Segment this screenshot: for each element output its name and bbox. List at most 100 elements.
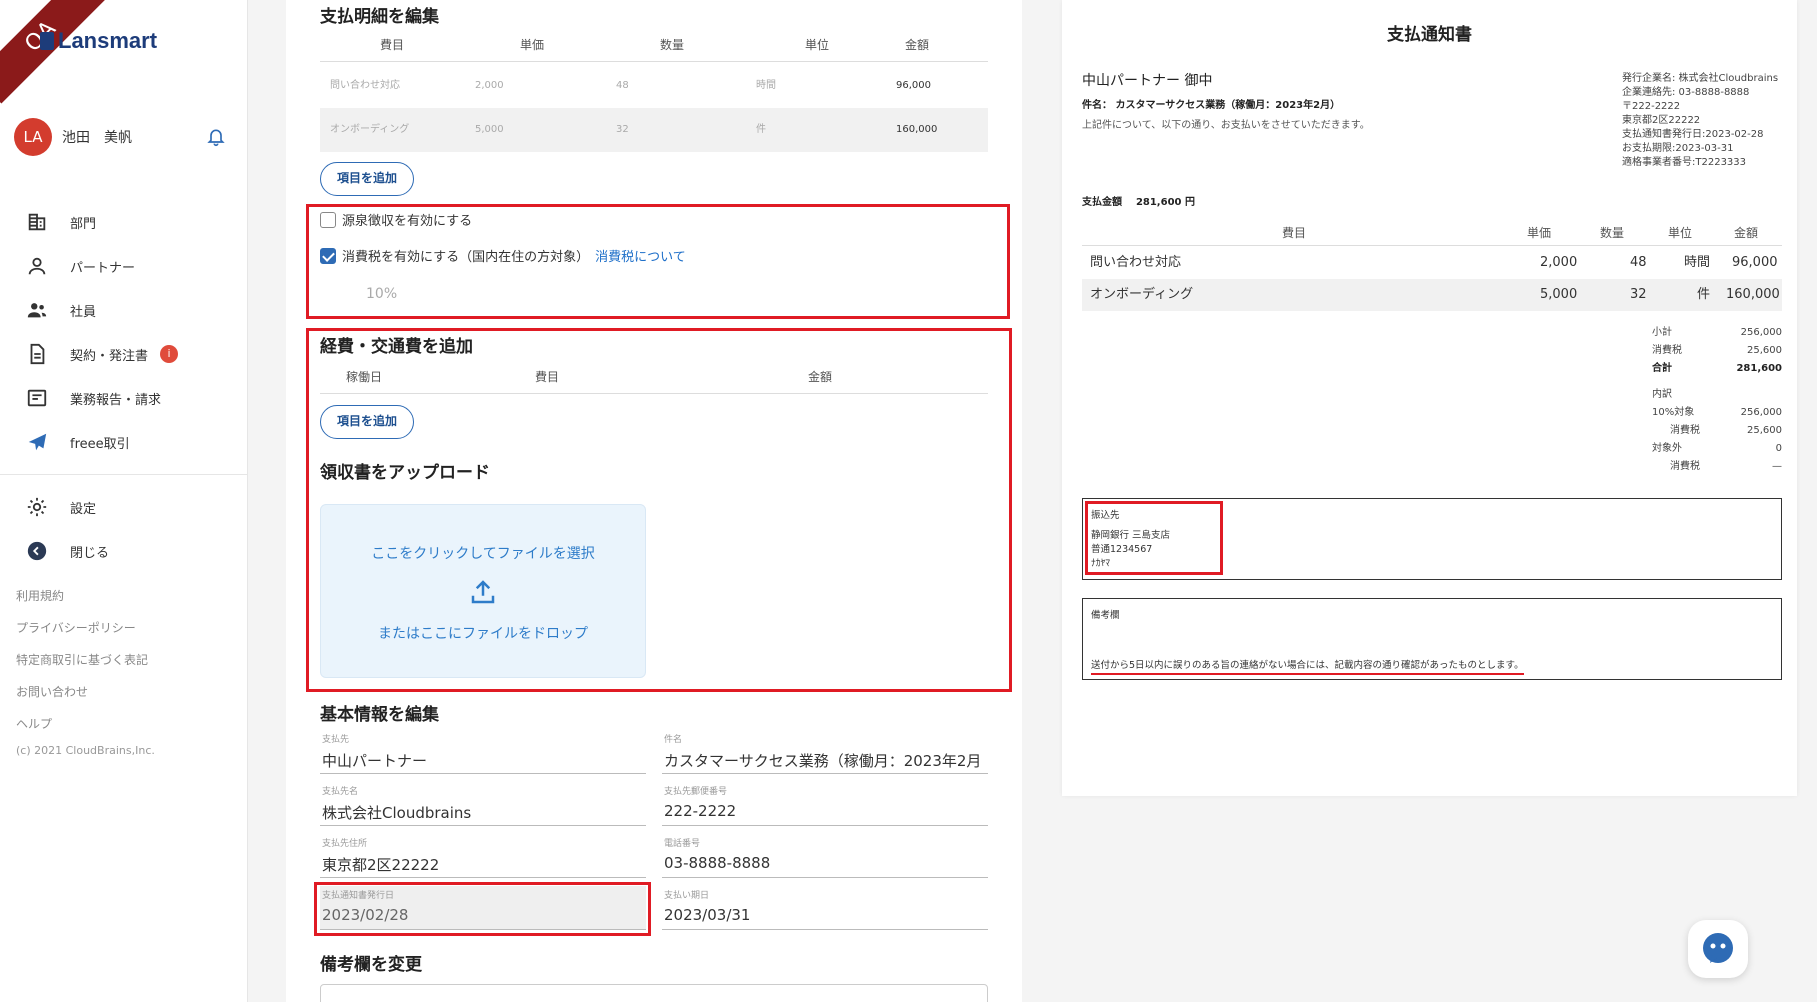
- row-item[interactable]: オンボーディング: [330, 108, 409, 152]
- receipt-upload-title: 領収書をアップロード: [320, 463, 490, 483]
- copyright: (c) 2021 CloudBrains,Inc.: [16, 744, 155, 757]
- total-label: 合計: [1652, 363, 1672, 374]
- due-date-field[interactable]: 支払い期日 2023/03/31: [662, 886, 988, 930]
- issuer-line: 支払通知書発行日:2023-02-28: [1622, 129, 1764, 140]
- row-qty[interactable]: 48: [616, 64, 629, 108]
- sidebar-nav: 部門 パートナー 社員 契約・発注書 i 業務報告・請求 freee取引 設定: [0, 200, 248, 573]
- tax-label: 消費税: [1652, 345, 1682, 356]
- field-value[interactable]: 株式会社Cloudbrains: [322, 802, 648, 823]
- sidebar-item-label: 契約・発注書: [70, 348, 149, 364]
- table-row: 問い合わせ対応 2,000 48 時間 96,000: [1082, 247, 1782, 279]
- preview-intro: 上記件について、以下の通り、お支払いをさせていただきます。: [1082, 120, 1370, 131]
- payer-name-field[interactable]: 支払先名 株式会社Cloudbrains: [320, 782, 646, 826]
- row-unit[interactable]: 件: [756, 108, 766, 152]
- table-row: オンボーディング 5,000 32 件 160,000: [1082, 279, 1782, 311]
- sidebar-item-label: パートナー: [70, 260, 136, 276]
- privacy-link[interactable]: プライバシーポリシー: [16, 612, 155, 644]
- remarks-textarea[interactable]: [320, 984, 988, 1002]
- ten-pct-label: 10%対象: [1652, 407, 1695, 418]
- breakdown-label: 内訳: [1652, 389, 1672, 400]
- row-item[interactable]: 問い合わせ対応: [330, 64, 400, 108]
- field-value[interactable]: 中山パートナー: [322, 750, 648, 771]
- column-header: 単位: [805, 38, 830, 52]
- row-item: オンボーディング: [1090, 287, 1194, 302]
- bank-line: ﾅｶﾔﾏ: [1091, 558, 1111, 569]
- preview-issuer-info: 発行企業名: 株式会社Cloudbrains 企業連絡先: 03-8888-88…: [1622, 72, 1778, 170]
- remarks-text: 送付から5日以内に誤りのある旨の連絡がない場合には、記載内容の通り確認があったも…: [1091, 657, 1524, 675]
- row-qty[interactable]: 32: [616, 108, 629, 152]
- sidebar-item-reports[interactable]: 業務報告・請求: [0, 376, 248, 420]
- add-item-button[interactable]: 項目を追加: [320, 162, 415, 196]
- column-header: 単価: [1527, 226, 1552, 240]
- phone-field[interactable]: 電話番号 03-8888-8888: [662, 834, 988, 878]
- address-field[interactable]: 支払先住所 東京都2区22222: [320, 834, 646, 878]
- sidebar: QA Lansmart LA 池田 美帆 部門 パートナー 社員 契約・発注書 …: [0, 0, 248, 1002]
- exempt-value: 0: [1775, 443, 1782, 454]
- subject-field[interactable]: 件名 カスタマーサクセス業務（稼働月：2023年2月: [662, 730, 988, 774]
- total-value: 281,600: [1736, 363, 1782, 374]
- user-profile[interactable]: LA 池田 美帆: [14, 118, 132, 156]
- row-qty: 48: [1630, 255, 1647, 270]
- table-row[interactable]: オンボーディング 5,000 32 件 160,000: [320, 108, 988, 152]
- row-unit-price[interactable]: 5,000: [475, 108, 504, 152]
- field-value[interactable]: 2023/03/31: [664, 906, 990, 924]
- column-header: 稼働日: [346, 370, 383, 384]
- consumption-tax-checkbox-row[interactable]: 消費税を有効にする（国内在住の方対象） 消費税について: [320, 246, 686, 265]
- building-icon: [28, 213, 46, 231]
- row-unit: 時間: [1684, 255, 1711, 270]
- sidebar-item-close[interactable]: 閉じる: [0, 529, 248, 573]
- sidebar-item-employees[interactable]: 社員: [0, 288, 248, 332]
- column-header: 単価: [520, 38, 545, 52]
- row-unit-price[interactable]: 2,000: [475, 64, 504, 108]
- field-value[interactable]: カスタマーサクセス業務（稼働月：2023年2月: [664, 750, 990, 771]
- add-expense-button[interactable]: 項目を追加: [320, 405, 415, 439]
- consumption-tax-link[interactable]: 消費税について: [595, 246, 686, 265]
- consumption-tax-checkbox[interactable]: [320, 247, 336, 264]
- contact-link[interactable]: お問い合わせ: [16, 676, 155, 708]
- sidebar-item-partners[interactable]: パートナー: [0, 244, 248, 288]
- column-header: 費目: [1282, 226, 1307, 240]
- help-link[interactable]: ヘルプ: [16, 708, 155, 740]
- row-amount: 160,000: [1726, 287, 1780, 302]
- preview-payment-amount: 支払金額 281,600 円: [1082, 193, 1195, 208]
- user-name: 池田 美帆: [62, 130, 132, 146]
- row-amount: 96,000: [1732, 255, 1778, 270]
- sidebar-item-freee[interactable]: freee取引: [0, 420, 248, 464]
- payee-field[interactable]: 支払先 中山パートナー: [320, 730, 646, 774]
- field-value[interactable]: 東京都2区22222: [322, 854, 648, 875]
- withholding-checkbox-row[interactable]: 源泉徴収を有効にする: [320, 210, 472, 229]
- sidebar-item-settings[interactable]: 設定: [0, 485, 248, 529]
- sidebar-item-contracts[interactable]: 契約・発注書 i: [0, 332, 248, 376]
- consumption-tax-label: 消費税を有効にする（国内在住の方対象）: [342, 250, 590, 265]
- terms-link[interactable]: 利用規約: [16, 580, 155, 612]
- commerce-law-link[interactable]: 特定商取引に基づく表記: [16, 644, 155, 676]
- field-label: 支払先住所: [322, 839, 368, 849]
- ten-pct-tax-label: 消費税: [1670, 425, 1700, 436]
- withholding-checkbox[interactable]: [320, 211, 336, 228]
- field-value[interactable]: 03-8888-8888: [664, 854, 990, 872]
- bell-icon[interactable]: [206, 126, 226, 148]
- sidebar-item-label: 設定: [70, 501, 97, 517]
- tax-rate-field[interactable]: 10%: [366, 286, 397, 302]
- field-label: 支払先名: [322, 787, 359, 797]
- sidebar-item-label: 部門: [70, 216, 97, 232]
- file-upload-dropzone[interactable]: ここをクリックしてファイルを選択 またはここにファイルをドロップ: [320, 504, 646, 678]
- field-value[interactable]: 222-2222: [664, 802, 990, 820]
- logo[interactable]: Lansmart: [40, 28, 157, 54]
- document-icon: [30, 343, 45, 365]
- payment-table-header: 費目 単価 数量 単位 金額: [320, 36, 988, 62]
- issuer-line: 企業連絡先: 03-8888-8888: [1622, 87, 1750, 98]
- payment-notice-preview: 支払通知書 中山パートナー 御中 件名： カスタマーサクセス業務（稼働月：202…: [1062, 0, 1797, 796]
- arrow-left-circle-icon: [27, 541, 47, 561]
- expenses-title: 経費・交通費を追加: [320, 337, 473, 357]
- field-label: 支払先郵便番号: [664, 787, 728, 797]
- sidebar-item-departments[interactable]: 部門: [0, 200, 248, 244]
- table-row[interactable]: 問い合わせ対応 2,000 48 時間 96,000: [320, 64, 988, 108]
- subtotal-label: 小計: [1652, 327, 1672, 338]
- chat-support-button[interactable]: [1688, 920, 1748, 978]
- basic-info-title: 基本情報を編集: [320, 705, 439, 725]
- postal-code-field[interactable]: 支払先郵便番号 222-2222: [662, 782, 988, 826]
- column-header: 費目: [380, 38, 405, 52]
- field-label: 電話番号: [664, 839, 701, 849]
- row-unit[interactable]: 時間: [756, 64, 776, 108]
